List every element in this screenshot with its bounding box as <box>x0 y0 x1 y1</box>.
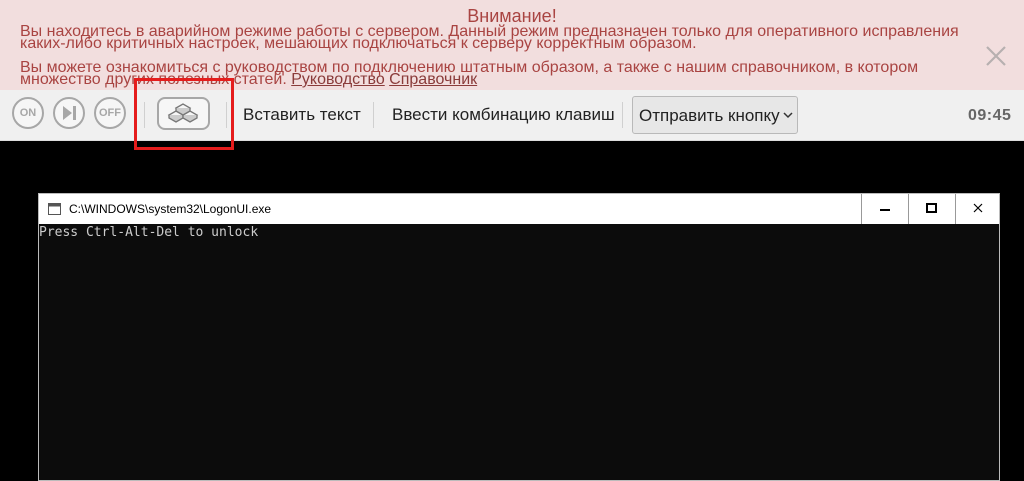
minimize-button[interactable] <box>861 194 907 224</box>
guide-link[interactable]: Руководство <box>291 71 385 88</box>
alert-message-guide: Вы можете ознакомиться с руководством по… <box>20 60 980 88</box>
window-title: C:\WINDOWS\system32\LogonUI.exe <box>69 202 272 216</box>
layers-icon <box>167 103 199 123</box>
paste-text-button[interactable]: Вставить текст <box>243 104 361 126</box>
toolbar-divider <box>622 102 623 128</box>
toolbar-divider <box>144 102 145 128</box>
console-window[interactable]: C:\WINDOWS\system32\LogonUI.exe Press Ct… <box>38 193 1000 481</box>
toolbar-divider <box>373 102 374 128</box>
maximize-icon <box>926 203 937 213</box>
alert-message-emergency: Вы находитесь в аварийном режиме работы … <box>20 23 959 52</box>
power-on-button[interactable]: ON <box>12 97 44 129</box>
send-button-select-label: Отправить кнопку <box>639 106 780 125</box>
key-combination-button[interactable]: Ввести комбинацию клавиш <box>392 104 615 126</box>
reset-button[interactable] <box>53 97 85 129</box>
reference-link[interactable]: Справочник <box>389 71 477 88</box>
clock: 09:45 <box>968 107 1012 124</box>
minimize-icon <box>880 209 890 211</box>
alert-banner: Внимание! Вы находитесь в аварийном режи… <box>0 0 1024 90</box>
gallery-button[interactable] <box>157 97 210 130</box>
chevron-down-icon <box>783 112 793 119</box>
window-titlebar[interactable]: C:\WINDOWS\system32\LogonUI.exe <box>39 194 999 224</box>
send-button-select[interactable]: Отправить кнопку <box>632 96 798 134</box>
power-off-button[interactable]: OFF <box>94 97 126 129</box>
close-icon[interactable] <box>984 44 1008 68</box>
console-output: Press Ctrl-Alt-Del to unlock <box>39 225 259 240</box>
maximize-button[interactable] <box>908 194 954 224</box>
play-pause-icon <box>63 106 76 120</box>
toolbar: ON OFF Вставить текст Ввести комбинацию … <box>0 90 1024 141</box>
close-icon <box>973 203 983 213</box>
window-close-button[interactable] <box>955 194 1001 224</box>
toolbar-divider <box>226 102 227 128</box>
console-app-icon <box>48 203 61 215</box>
